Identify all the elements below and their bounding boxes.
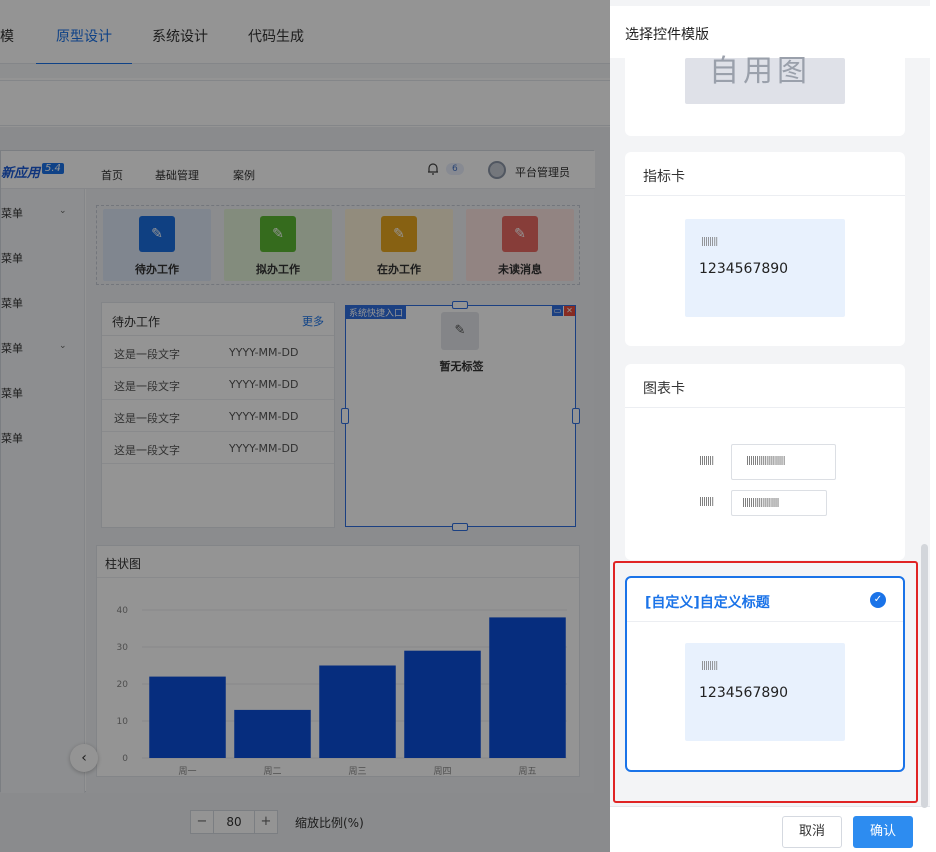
- drawer-title: 选择控件模版: [625, 27, 709, 43]
- card-preview: |||||||| 1234567890: [685, 219, 845, 317]
- card-preview: 自用图: [685, 54, 845, 104]
- template-card-partial[interactable]: 自用图: [625, 54, 905, 136]
- card-header: 图表卡: [625, 364, 905, 408]
- right-edge: [930, 0, 936, 852]
- preview-row-box: ||||||||||||||||||: [731, 490, 827, 516]
- preview-row-box-text: ||||||||||||||||||: [742, 498, 780, 508]
- preview-value: 1234567890: [699, 261, 789, 277]
- preview-partial-text: 自用图: [709, 54, 811, 89]
- template-card-chart[interactable]: 图表卡 ||||||| ||||||||||||||||||| ||||||| …: [625, 364, 905, 560]
- preview-row-box: |||||||||||||||||||: [731, 444, 836, 480]
- card-title: 图表卡: [643, 381, 685, 397]
- confirm-button[interactable]: 确认: [853, 816, 913, 848]
- highlight-annotation-frame: [613, 561, 918, 803]
- template-card-indicator[interactable]: 指标卡 |||||||| 1234567890: [625, 152, 905, 346]
- drawer-scrollbar[interactable]: [921, 544, 928, 808]
- preview-row-box-text: |||||||||||||||||||: [746, 456, 786, 466]
- modal-overlay[interactable]: [0, 0, 610, 852]
- preview-row-label: |||||||: [699, 456, 714, 466]
- preview-label: ||||||||: [701, 237, 718, 247]
- card-title: 指标卡: [643, 169, 685, 185]
- cancel-button[interactable]: 取消: [782, 816, 842, 848]
- card-header: 指标卡: [625, 152, 905, 196]
- drawer-footer: 取消 确认: [610, 806, 930, 852]
- preview-row-label: |||||||: [699, 497, 714, 507]
